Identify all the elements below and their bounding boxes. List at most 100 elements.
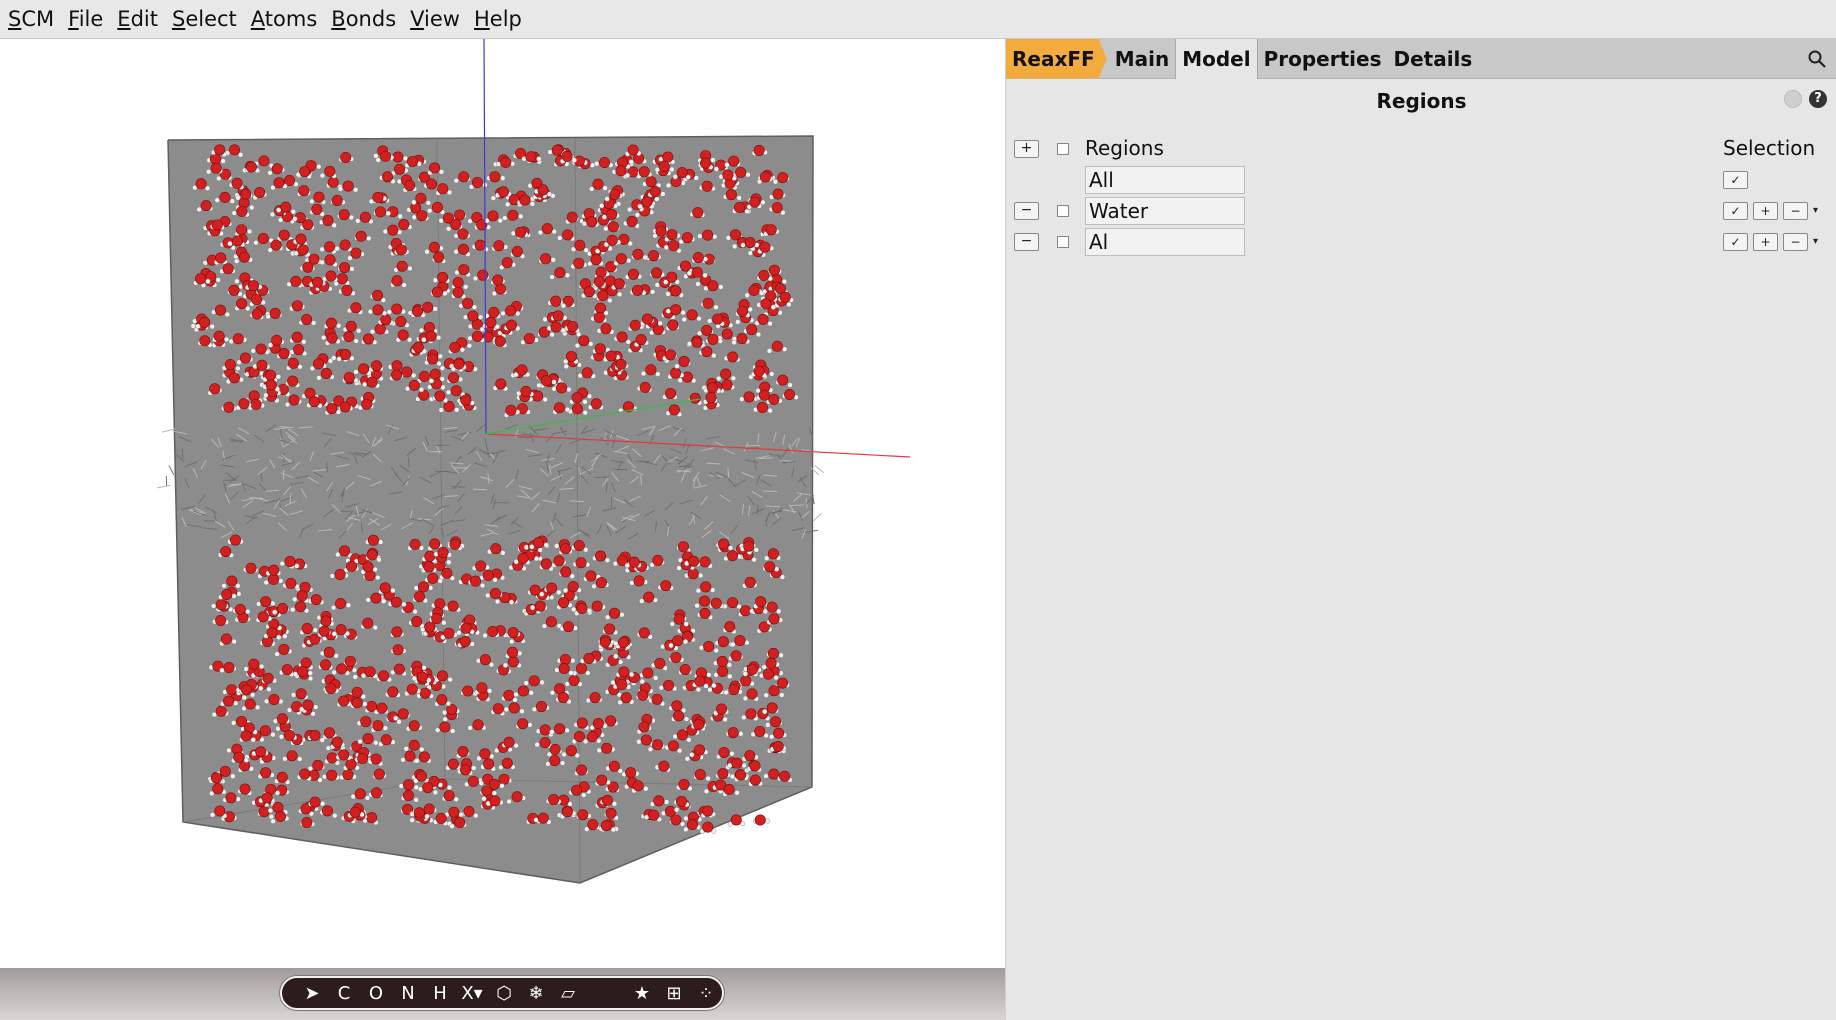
region-name-field[interactable]: All: [1085, 166, 1245, 194]
hydrogen-atom: [625, 339, 631, 345]
hydrogen-atom: [624, 172, 631, 179]
hydrogen-element-button[interactable]: H: [424, 983, 456, 1004]
remove-region-button[interactable]: −: [1014, 202, 1039, 220]
snowflake-icon[interactable]: ❄: [520, 983, 552, 1004]
oxygen-atom: [350, 247, 362, 259]
menu-edit[interactable]: Edit: [117, 7, 158, 31]
molecules-icon[interactable]: ⁘: [690, 983, 722, 1004]
tab-main[interactable]: Main: [1109, 39, 1176, 79]
hydrogen-atom: [413, 797, 419, 803]
region-name-field[interactable]: Water: [1085, 197, 1245, 225]
oxygen-atom: [245, 562, 257, 574]
hydrogen-atom: [510, 230, 516, 236]
oxygen-atom: [718, 746, 730, 758]
add-region-button[interactable]: +: [1014, 140, 1039, 158]
tab-reaxff[interactable]: ReaxFF: [1006, 38, 1107, 79]
oxygen-atom: [452, 286, 464, 298]
select-region-button[interactable]: ✓: [1723, 233, 1748, 251]
ring-icon[interactable]: ⬡: [488, 983, 520, 1004]
hydrogen-atom: [362, 381, 368, 388]
molecule-viewport[interactable]: [0, 39, 1005, 968]
favorites-star-icon[interactable]: ★: [626, 983, 658, 1004]
oxygen-atom: [269, 307, 281, 319]
select-region-button[interactable]: ✓: [1723, 202, 1748, 220]
oxygen-atom: [309, 796, 321, 808]
oxygen-atom: [418, 581, 430, 593]
menu-view[interactable]: View: [410, 7, 460, 31]
oxygen-atom: [322, 214, 334, 226]
help-icon[interactable]: ?: [1809, 90, 1827, 108]
oxygen-atom: [422, 301, 434, 313]
oxygen-atom: [702, 821, 714, 833]
hydrogen-atom: [235, 365, 241, 372]
select-arrow-icon[interactable]: ➤: [296, 983, 328, 1004]
hydrogen-atom: [636, 739, 642, 745]
add-to-region-button[interactable]: +: [1753, 233, 1778, 251]
plane-icon[interactable]: ▱: [552, 983, 584, 1004]
oxygen-atom: [699, 595, 711, 607]
oxygen-atom: [436, 670, 448, 682]
select-all-regions-checkbox[interactable]: [1057, 143, 1069, 155]
nitrogen-element-button[interactable]: N: [392, 983, 424, 1004]
oxygen-atom: [539, 737, 551, 749]
oxygen-atom: [343, 372, 355, 384]
oxygen-atom: [311, 203, 323, 215]
menu-select[interactable]: Select: [172, 7, 237, 31]
add-to-region-button[interactable]: +: [1753, 202, 1778, 220]
hydrogen-atom: [739, 396, 745, 402]
options-menu-icon[interactable]: [1784, 90, 1802, 108]
oxygen-atom: [748, 284, 760, 296]
element-picker-button[interactable]: X▾: [456, 983, 488, 1004]
search-icon[interactable]: [1807, 49, 1827, 69]
oxygen-atom: [431, 613, 443, 625]
al-bond: [483, 452, 498, 454]
region-options-dropdown[interactable]: ▾: [1813, 236, 1818, 247]
tab-details[interactable]: Details: [1387, 39, 1478, 79]
menu-atoms[interactable]: Atoms: [251, 7, 317, 31]
fit-view-icon[interactable]: ⊞: [658, 983, 690, 1004]
hydrogen-atom: [677, 377, 683, 383]
region-name-field[interactable]: Al: [1085, 228, 1245, 256]
remove-from-region-button[interactable]: −: [1783, 233, 1808, 251]
menu-scm[interactable]: SCM: [8, 7, 54, 31]
menu-file[interactable]: File: [68, 7, 103, 31]
oxygen-atom: [505, 319, 517, 331]
oxygen-atom: [457, 228, 469, 240]
oxygen-element-button[interactable]: O: [360, 983, 392, 1004]
hydrogen-atom: [231, 720, 237, 726]
hydrogen-atom: [707, 318, 713, 324]
remove-from-region-button[interactable]: −: [1783, 202, 1808, 220]
oxygen-atom: [670, 304, 682, 316]
select-region-button[interactable]: ✓: [1723, 171, 1748, 189]
oxygen-atom: [271, 334, 283, 346]
oxygen-atom: [463, 805, 475, 817]
oxygen-atom: [277, 603, 289, 615]
oxygen-atom: [511, 246, 523, 258]
oxygen-atom: [497, 186, 509, 198]
tab-properties[interactable]: Properties: [1258, 39, 1388, 79]
region-checkbox[interactable]: [1057, 236, 1069, 248]
oxygen-atom: [395, 316, 407, 328]
remove-region-button[interactable]: −: [1014, 233, 1039, 251]
tab-model[interactable]: Model: [1175, 38, 1258, 79]
oxygen-atom: [717, 768, 729, 780]
hydrogen-atom: [258, 663, 265, 670]
oxygen-atom: [485, 316, 497, 328]
oxygen-atom: [379, 582, 391, 594]
oxygen-atom: [453, 358, 465, 370]
region-options-dropdown[interactable]: ▾: [1813, 205, 1818, 216]
region-checkbox[interactable]: [1057, 205, 1069, 217]
menu-bonds[interactable]: Bonds: [331, 7, 396, 31]
hydrogen-atom: [500, 550, 506, 556]
carbon-element-button[interactable]: C: [328, 983, 360, 1004]
oxygen-atom: [391, 275, 403, 287]
hydrogen-atom: [235, 195, 241, 201]
oxygen-atom: [575, 557, 587, 569]
oxygen-atom: [297, 665, 309, 677]
oxygen-atom: [255, 746, 267, 758]
hydrogen-atom: [596, 747, 602, 753]
oxygen-atom: [766, 601, 778, 613]
molecule-scene[interactable]: [0, 39, 1005, 968]
menu-help[interactable]: Help: [474, 7, 522, 31]
hydrogen-atom: [723, 689, 729, 696]
